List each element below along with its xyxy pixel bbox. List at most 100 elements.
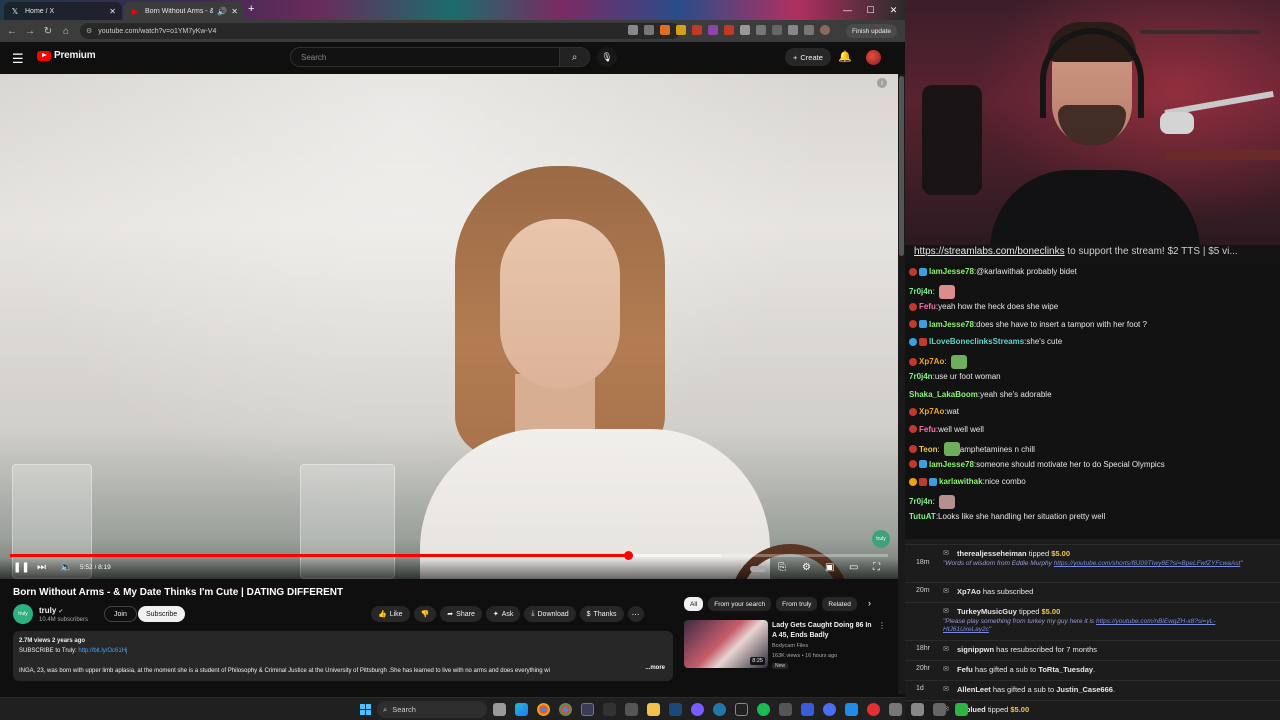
chat-username[interactable]: 7r0j4n [909, 372, 933, 381]
scrollbar-thumb[interactable] [899, 76, 904, 256]
video-player[interactable] [0, 74, 898, 579]
chat-username[interactable]: IamJesse78 [929, 267, 974, 276]
chip-from-channel[interactable]: From truly [776, 597, 818, 611]
like-button[interactable]: 👍 Like [371, 606, 410, 622]
edge-dev-icon[interactable] [713, 703, 726, 716]
bookmark-star-icon[interactable] [644, 25, 654, 35]
extension-icon[interactable] [660, 25, 670, 35]
chat-username[interactable]: Xp7Ao [919, 407, 944, 416]
download-button[interactable]: ⤓ Download [524, 606, 576, 622]
app-icon[interactable] [911, 703, 924, 716]
notifications-icon[interactable]: 🔔 [838, 50, 852, 63]
captions-icon[interactable]: ⎘ [778, 562, 786, 573]
chat-badge-icon[interactable] [919, 477, 927, 486]
chat-username[interactable]: Teon [919, 445, 938, 454]
chat-badge-icon[interactable] [909, 337, 917, 346]
chrome-icon[interactable] [537, 703, 550, 716]
extension-icon[interactable] [772, 25, 782, 35]
show-more-link[interactable]: ...more [645, 663, 665, 673]
event-username[interactable]: AllenLeet [957, 685, 991, 694]
chevron-right-icon[interactable]: › [868, 598, 871, 608]
finish-update-button[interactable]: Finish update [846, 24, 898, 38]
terminal-icon[interactable] [603, 703, 616, 716]
streamlabs-icon[interactable] [691, 703, 704, 716]
description-link[interactable]: http://bit.ly/Oc61Hj [78, 648, 127, 654]
recommendation-channel[interactable]: Bodycam Files [772, 643, 808, 649]
channel-watermark[interactable]: truly [872, 530, 890, 548]
twitch-icon[interactable] [779, 703, 792, 716]
snipping-tool-icon[interactable] [889, 703, 902, 716]
extension-icon[interactable] [756, 25, 766, 35]
extension-icon[interactable] [692, 25, 702, 35]
menu-icon[interactable]: ☰ [12, 51, 24, 67]
event-target-user[interactable]: Justin_Case666 [1056, 685, 1113, 694]
chat-badge-icon[interactable] [909, 460, 917, 468]
pause-icon[interactable]: ❚❚ [13, 562, 30, 573]
app-icon[interactable] [823, 703, 836, 716]
speaker-icon[interactable]: 🔊 [217, 7, 227, 16]
extension-icon[interactable] [804, 25, 814, 35]
more-actions-button[interactable]: ⋯ [627, 606, 644, 622]
search-input[interactable]: Search [290, 47, 560, 67]
chat-username[interactable]: TutuAT [909, 512, 936, 521]
file-explorer-icon[interactable] [647, 703, 660, 716]
recommendation-title[interactable]: Lady Gets Caught Doing 86 In A 45, Ends … [772, 621, 876, 641]
page-scrollbar[interactable] [898, 74, 905, 694]
chat-badge-icon[interactable] [929, 477, 937, 486]
chat-badge-icon[interactable] [909, 302, 917, 311]
autoplay-toggle[interactable] [750, 566, 766, 572]
extension-icon[interactable] [676, 25, 686, 35]
chat-badge-icon[interactable] [919, 320, 927, 328]
app-icon[interactable] [955, 703, 968, 716]
chip-from-search[interactable]: From your search [708, 597, 772, 611]
address-bar[interactable]: ⚙ youtube.com/watch?v=o1YM7yKw-V4 [80, 23, 680, 39]
event-username[interactable]: Xp7Ao [957, 587, 981, 596]
extension-icon[interactable] [628, 25, 638, 35]
progress-bar[interactable] [10, 551, 888, 560]
event-username[interactable]: therealjesseheiman [957, 549, 1027, 558]
chat-badge-icon[interactable] [909, 425, 917, 433]
reload-icon[interactable]: ↻ [39, 26, 57, 37]
task-view-icon[interactable] [493, 703, 506, 716]
volume-icon[interactable]: 🔈 [60, 562, 72, 573]
next-icon[interactable]: ⏭ [37, 562, 46, 573]
app-icon[interactable] [933, 703, 946, 716]
chat-username[interactable]: IamJesse78 [929, 320, 974, 329]
chat-badge-icon[interactable] [919, 267, 927, 276]
new-tab-button[interactable]: + [248, 3, 254, 15]
chat-badge-icon[interactable] [909, 445, 917, 453]
extension-icon[interactable] [708, 25, 718, 35]
youtube-logo[interactable]: Premium [37, 50, 96, 61]
back-icon[interactable]: ← [3, 26, 21, 37]
chat-username[interactable]: 7r0j4n [909, 497, 933, 506]
more-vertical-icon[interactable]: ⋮ [878, 621, 886, 630]
site-info-icon[interactable]: ⚙ [86, 27, 92, 35]
info-icon[interactable]: i [877, 78, 887, 88]
thanks-button[interactable]: $ Thanks [579, 606, 624, 622]
chat-badge-icon[interactable] [909, 477, 917, 486]
tab-home-x[interactable]: 𝕏 Home / X ✕ [4, 2, 122, 20]
chip-related[interactable]: Related [822, 597, 857, 611]
phone-link-icon[interactable] [625, 703, 638, 716]
chat-badge-icon[interactable] [909, 357, 917, 366]
chat-username[interactable]: Xp7Ao [919, 357, 944, 366]
extension-icon[interactable] [788, 25, 798, 35]
account-avatar[interactable] [866, 50, 881, 65]
extension-icon[interactable] [740, 25, 750, 35]
minimize-icon[interactable]: — [836, 0, 859, 20]
event-username[interactable]: signippwn [957, 645, 994, 654]
pin-icon[interactable] [867, 703, 880, 716]
theater-mode-icon[interactable]: ▭ [849, 562, 858, 573]
close-icon[interactable]: ✕ [109, 7, 116, 16]
obs-icon[interactable] [581, 703, 594, 716]
join-button[interactable]: Join [104, 606, 137, 622]
fullscreen-icon[interactable]: ⛶ [873, 562, 880, 573]
share-button[interactable]: ➦ Share [440, 606, 482, 622]
windows-start-icon[interactable] [360, 704, 371, 715]
epic-games-icon[interactable] [735, 703, 748, 716]
subscribe-button[interactable]: Subscribe [138, 606, 186, 622]
chip-all[interactable]: All [684, 597, 704, 611]
chat-username[interactable]: 7r0j4n [909, 287, 933, 296]
chat-username[interactable]: IamJesse78 [929, 460, 974, 469]
chat-username[interactable]: ILoveBoneclinksStreams [929, 337, 1024, 346]
